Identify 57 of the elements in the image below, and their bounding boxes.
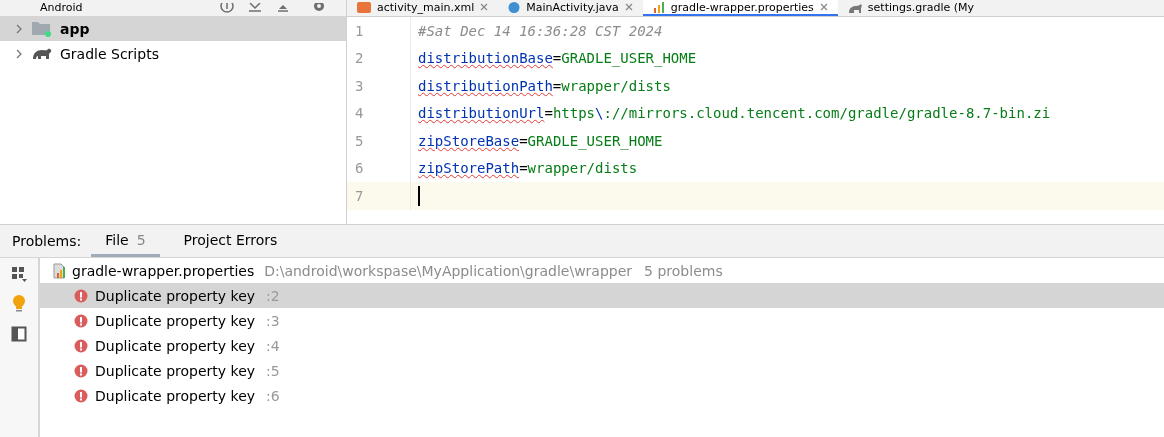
- tree-item[interactable]: app: [0, 16, 346, 41]
- close-icon: [624, 3, 633, 11]
- properties-file-icon: [652, 1, 665, 13]
- collapse-all-icon[interactable]: [276, 3, 290, 13]
- error-icon: [74, 338, 88, 353]
- text-cursor: [418, 185, 420, 206]
- group-icon[interactable]: [11, 266, 27, 282]
- properties-file-icon: [52, 262, 68, 279]
- close-icon: [819, 3, 828, 11]
- problem-item[interactable]: Duplicate property key :3: [40, 308, 1164, 333]
- property-key: distributionUrl: [418, 105, 545, 122]
- property-key: zipStorePath: [418, 160, 520, 177]
- close-icon: [480, 3, 489, 11]
- code-token: =: [552, 50, 562, 67]
- tree-item[interactable]: Gradle Scripts: [0, 41, 346, 66]
- problems-tab[interactable]: File 5: [91, 225, 160, 257]
- problem-count: 5 problems: [644, 262, 723, 279]
- code-token: GRADLE_USER_HOME: [527, 132, 663, 149]
- code-token: wrapper/dists: [561, 77, 671, 94]
- error-icon: [74, 288, 88, 303]
- property-key: distributionPath: [418, 77, 553, 94]
- code-token: =: [519, 132, 528, 149]
- editor-tab[interactable]: settings.gradle (My: [837, 0, 985, 16]
- property-key: distributionBase: [418, 50, 553, 67]
- project-view-title[interactable]: Android: [40, 1, 83, 15]
- code-token: https: [552, 105, 596, 122]
- code-token: ://mirrors.cloud.tencent.com/gradle/gradle-8.7-bin.zi: [603, 105, 1051, 122]
- editor-tab[interactable]: activity_main.xml: [347, 0, 499, 16]
- code-token: =: [552, 77, 562, 94]
- code-comment: #Sat Dec 14 16:36:28 CST 2024: [418, 22, 663, 39]
- error-icon: [74, 313, 88, 328]
- editor-tab[interactable]: gradle-wrapper.properties: [642, 0, 838, 16]
- chevron-icon: [14, 48, 24, 59]
- property-key: zipStoreBase: [418, 132, 520, 149]
- file-path: D:\android\workspase\MyApplication\gradle\wrapper: [264, 262, 633, 279]
- folder-icon: [32, 20, 52, 37]
- error-icon: [74, 363, 88, 378]
- expand-all-icon[interactable]: [248, 3, 262, 13]
- code-token: wrapper/dists: [527, 160, 638, 177]
- problem-item[interactable]: Duplicate property key :6: [40, 383, 1164, 408]
- class-icon: [508, 1, 521, 13]
- file-name[interactable]: gradle-wrapper.properties: [72, 262, 255, 279]
- elephant-icon: [847, 1, 862, 13]
- code-token: GRADLE_USER_HOME: [561, 50, 697, 67]
- code-token: \: [595, 105, 604, 122]
- error-icon: [74, 388, 88, 403]
- code-token: =: [519, 160, 528, 177]
- editor-tab[interactable]: MainActivity.java: [498, 0, 643, 16]
- xml-file-icon: [357, 1, 371, 13]
- problem-item[interactable]: Duplicate property key :4: [40, 333, 1164, 358]
- panel-icon[interactable]: [11, 326, 27, 342]
- problem-item[interactable]: Duplicate property key :2: [40, 283, 1164, 308]
- problems-tab[interactable]: Project Errors: [169, 225, 292, 257]
- code-token: =: [544, 105, 553, 122]
- problem-item[interactable]: Duplicate property key :5: [40, 358, 1164, 383]
- panel-title: Problems:: [12, 232, 82, 251]
- chevron-icon: [14, 23, 24, 34]
